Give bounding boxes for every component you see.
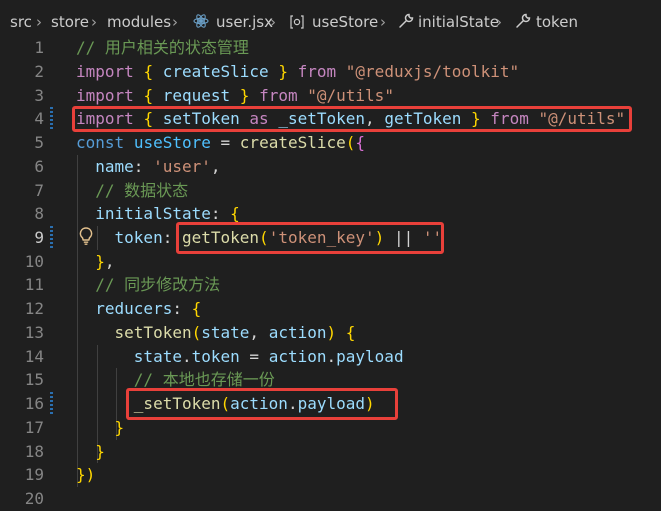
line-number: 19	[24, 465, 44, 484]
line-number: 17	[24, 418, 44, 437]
code-line: },	[76, 250, 115, 274]
code-text: reducers: {	[95, 299, 202, 318]
breadcrumb-separator: ›	[270, 13, 276, 31]
line-number: 2	[34, 62, 44, 81]
wrench-icon	[398, 13, 414, 34]
modified-line-marker	[50, 226, 53, 250]
line-number: 20	[24, 489, 44, 508]
modified-line-marker	[50, 392, 53, 416]
breadcrumb-separator: ›	[36, 13, 42, 31]
comment: // 用户相关的状态管理	[76, 38, 249, 57]
code-text: })	[76, 465, 96, 484]
code-text: setToken(state, action) {	[114, 323, 356, 342]
line-number: 16	[24, 394, 44, 413]
line-number: 14	[24, 347, 44, 366]
code-line: import { createSlice } from "@reduxjs/to…	[76, 60, 519, 84]
breadcrumb-separator: ›	[172, 13, 178, 31]
breadcrumb-item-usestore[interactable]: useStore	[312, 12, 378, 32]
symbol-variable-icon	[289, 14, 305, 35]
breadcrumb-item-token[interactable]: token	[536, 12, 578, 32]
line-number: 4	[34, 109, 44, 128]
comment: // 同步修改方法	[76, 275, 221, 294]
highlight-box-import	[72, 106, 632, 132]
breadcrumb-item-initialstate[interactable]: initialState	[418, 12, 499, 32]
code-line: setToken(state, action) {	[76, 321, 356, 345]
highlight-box-gettoken	[176, 222, 444, 254]
breadcrumb-separator: ›	[380, 13, 386, 31]
line-number: 6	[34, 157, 44, 176]
breadcrumb-item-store[interactable]: store	[51, 12, 89, 32]
line-number: 7	[34, 181, 44, 200]
code-text: name: 'user',	[95, 157, 221, 176]
breadcrumb-item-modules[interactable]: modules	[107, 12, 171, 32]
code-line: // 数据状态	[76, 179, 188, 203]
code-editor[interactable]: 1 2 3 4 5 6 7 8 9 10 11 12 13 14 15 16 1…	[0, 36, 661, 508]
code-line: }	[76, 416, 125, 440]
code-text: import { request } from "@/utils"	[76, 86, 394, 105]
line-number: 11	[24, 275, 44, 294]
breadcrumb-separator: ›	[496, 13, 502, 31]
code-text: import { createSlice } from "@reduxjs/to…	[76, 62, 520, 81]
line-number: 12	[24, 299, 44, 318]
code-line: state.token = action.payload	[76, 345, 404, 369]
highlight-box-settoken-call	[126, 388, 398, 420]
lightbulb-icon[interactable]	[78, 226, 94, 246]
code-text: },	[95, 252, 115, 271]
code-line: // 同步修改方法	[76, 273, 220, 297]
line-number-active: 9	[34, 228, 44, 247]
wrench-icon	[515, 13, 531, 34]
code-line: name: 'user',	[76, 155, 221, 179]
code-text: const useStore = createSlice({	[76, 133, 366, 152]
code-line: import { request } from "@/utils"	[76, 84, 394, 108]
breadcrumb-separator: ›	[91, 13, 97, 31]
line-number: 18	[24, 442, 44, 461]
comment: // 数据状态	[76, 181, 189, 200]
line-number: 13	[24, 323, 44, 342]
code-line: const useStore = createSlice({	[76, 131, 365, 155]
code-line: }	[76, 440, 105, 464]
line-number: 15	[24, 370, 44, 389]
line-number: 8	[34, 204, 44, 223]
code-text: }	[95, 442, 105, 461]
modified-line-marker	[50, 107, 53, 131]
line-number: 5	[34, 133, 44, 152]
code-line: })	[76, 463, 95, 487]
line-number: 1	[34, 38, 44, 57]
code-text: initialState: {	[95, 204, 240, 223]
line-number: 3	[34, 86, 44, 105]
code-line: reducers: {	[76, 297, 201, 321]
line-number: 10	[24, 252, 44, 271]
comment: // 本地也存储一份	[76, 370, 275, 389]
breadcrumb-item-src[interactable]: src	[10, 12, 32, 32]
code-text: state.token = action.payload	[133, 347, 404, 366]
breadcrumb-item-file[interactable]: user.jsx	[216, 12, 273, 32]
code-line: // 用户相关的状态管理	[76, 36, 249, 60]
code-text: }	[114, 418, 125, 437]
js-file-icon	[193, 13, 209, 35]
